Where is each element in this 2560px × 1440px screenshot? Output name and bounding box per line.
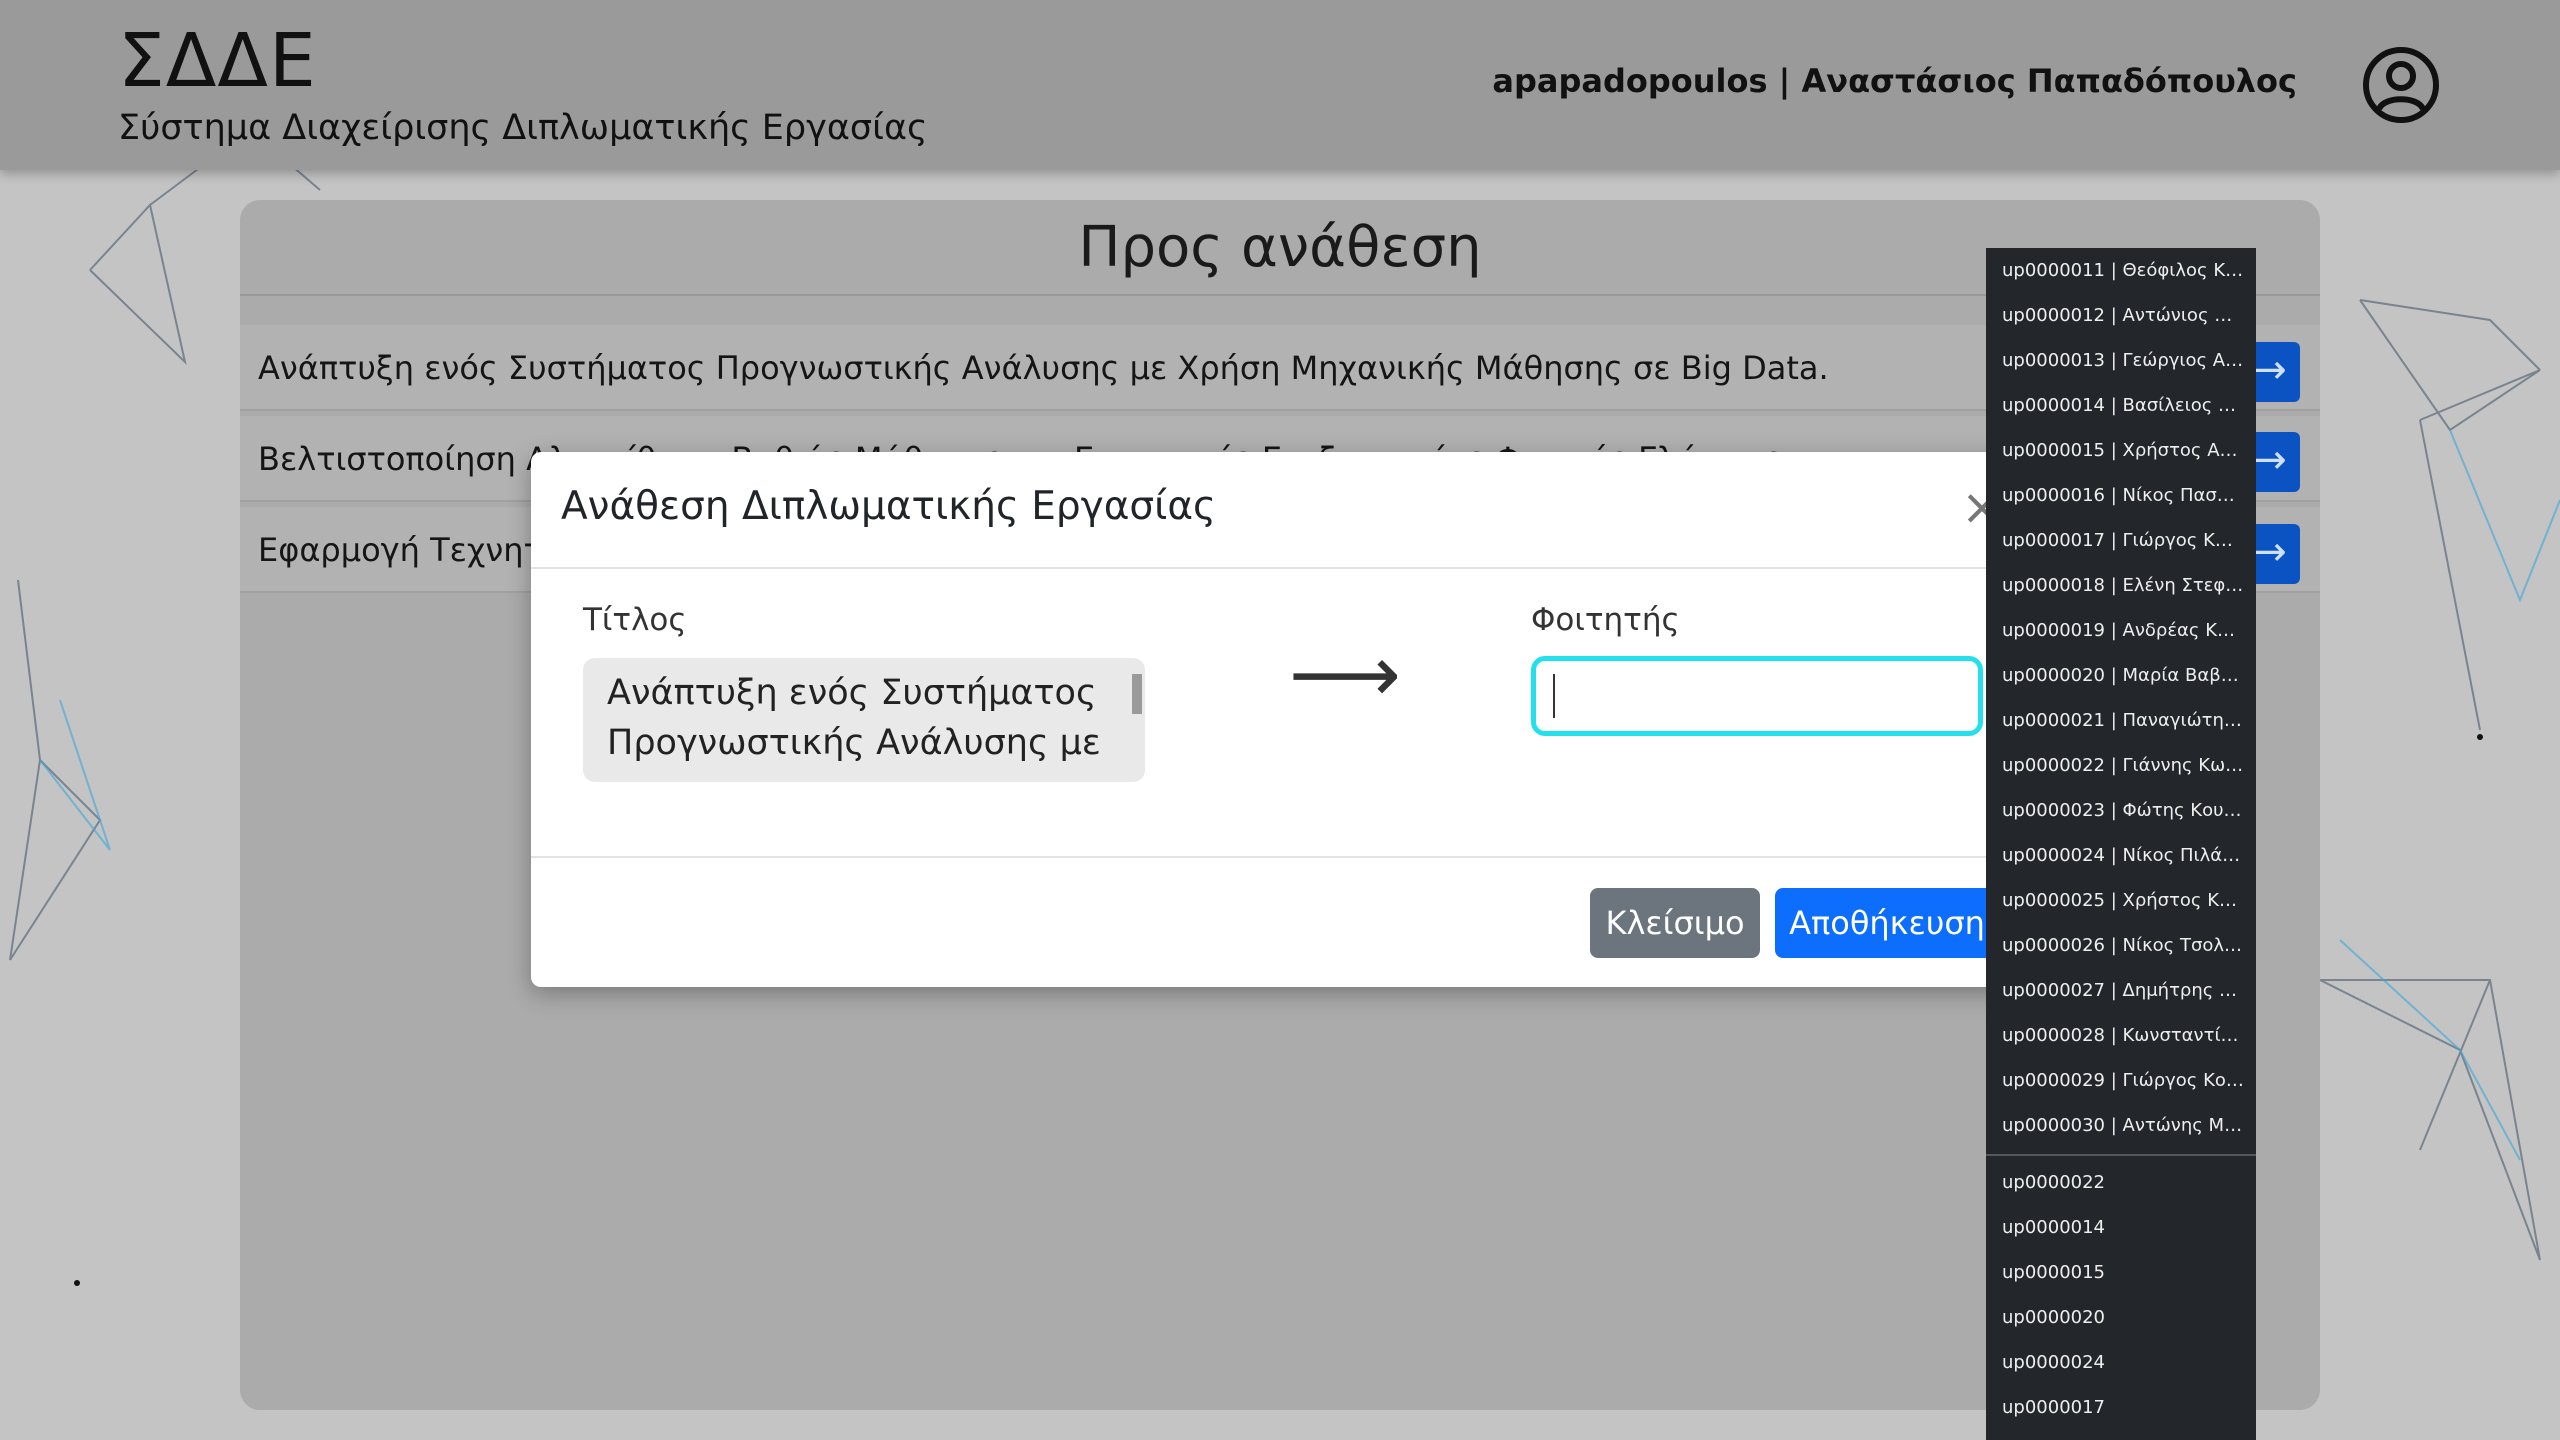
dropdown-separator	[1986, 1154, 2256, 1156]
dropdown-option[interactable]: up0000022 | Γιάννης Κωστ...	[1986, 743, 2256, 788]
student-label: Φοιτητής	[1531, 602, 1680, 638]
thesis-title-value: Ανάπτυξη ενός Συστήματος Προγνωστικής Αν…	[607, 673, 1101, 763]
dropdown-option[interactable]: up0000026 | Νίκος Τσολάκ...	[1986, 923, 2256, 968]
student-suggestions-dropdown: up0000011 | Θεόφιλος Κυ... up0000012 | Αν…	[1986, 248, 2256, 1440]
dropdown-option[interactable]: up0000024 | Νίκος Πιλάτος	[1986, 833, 2256, 878]
dropdown-option[interactable]: up0000025 | Χρήστος Καλ...	[1986, 878, 2256, 923]
dropdown-option[interactable]: up0000016 | Νίκος Πασχα...	[1986, 473, 2256, 518]
dropdown-option[interactable]: up0000013 | Γεώργιος Αδα...	[1986, 338, 2256, 383]
dropdown-option[interactable]: up0000019 | Ανδρέας Κατ...	[1986, 608, 2256, 653]
dropdown-recent-option[interactable]: up0000020	[1986, 1295, 2256, 1340]
dropdown-option[interactable]: up0000029 | Γιώργος Κοκκ...	[1986, 1058, 2256, 1103]
dropdown-option[interactable]: up0000012 | Αντώνιος Πα...	[1986, 293, 2256, 338]
title-label: Τίτλος	[583, 602, 687, 638]
dropdown-option[interactable]: up0000011 | Θεόφιλος Κυ...	[1986, 248, 2256, 293]
modal-header: Ανάθεση Διπλωματικής Εργασίας ×	[531, 452, 2011, 569]
dropdown-recent-option[interactable]: up0000022	[1986, 1160, 2256, 1205]
student-input[interactable]	[1531, 656, 1983, 736]
dropdown-recent-option[interactable]: up0000017	[1986, 1385, 2256, 1430]
dropdown-option[interactable]: up0000015 | Χρήστος Αντ...	[1986, 428, 2256, 473]
dropdown-option[interactable]: up0000021 | Παναγιώτης...	[1986, 698, 2256, 743]
dropdown-option[interactable]: up0000017 | Γιώργος Κων...	[1986, 518, 2256, 563]
close-button[interactable]: Κλείσιμο	[1590, 888, 1760, 958]
dropdown-recent-option[interactable]: up0000015	[1986, 1250, 2256, 1295]
text-cursor	[1553, 674, 1555, 718]
dropdown-option[interactable]: up0000023 | Φώτης Κουτσ...	[1986, 788, 2256, 833]
dropdown-option[interactable]: up0000014 | Βασίλειος Φ...	[1986, 383, 2256, 428]
save-button[interactable]: Αποθήκευση	[1775, 888, 1999, 958]
textarea-scrollbar[interactable]	[1129, 662, 1143, 776]
dropdown-option[interactable]: up0000030 | Αντώνης Μητ...	[1986, 1103, 2256, 1148]
dropdown-option[interactable]: up0000020 | Μαρία Βαβού...	[1986, 653, 2256, 698]
dropdown-option[interactable]: up0000028 | Κωνσταντίνο...	[1986, 1013, 2256, 1058]
modal-footer-divider	[531, 856, 2011, 858]
modal-title: Ανάθεση Διπλωματικής Εργασίας	[561, 484, 1216, 529]
assign-thesis-modal: Ανάθεση Διπλωματικής Εργασίας × Τίτλος Α…	[531, 452, 2011, 987]
long-arrow-right-icon: ⟶	[1289, 630, 1401, 720]
dropdown-recent-option[interactable]: up0000014	[1986, 1205, 2256, 1250]
dropdown-option[interactable]: up0000018 | Ελένη Στεφαν...	[1986, 563, 2256, 608]
thesis-title-textarea[interactable]: Ανάπτυξη ενός Συστήματος Προγνωστικής Αν…	[583, 658, 1145, 782]
dropdown-option[interactable]: up0000027 | Δημήτρης Φ...	[1986, 968, 2256, 1013]
dropdown-recent-option[interactable]: up0000024	[1986, 1340, 2256, 1385]
